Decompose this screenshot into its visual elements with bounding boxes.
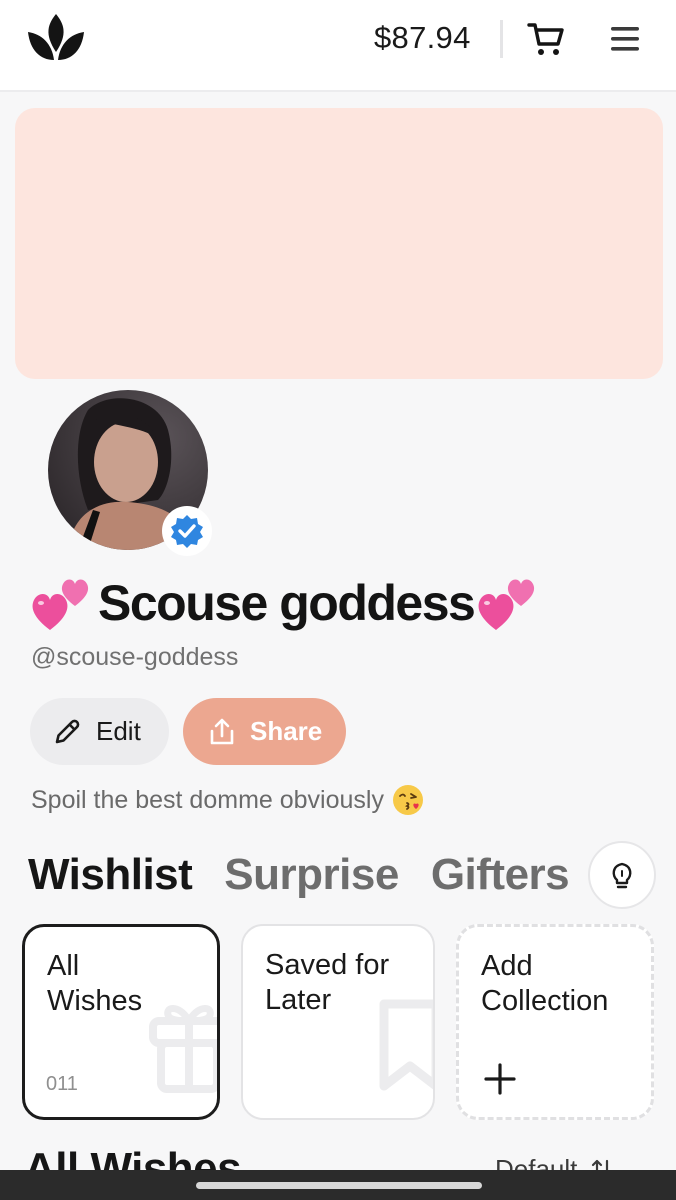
profile-display-name: Scouse goddess (98, 575, 476, 631)
tips-button[interactable] (588, 841, 656, 909)
tab-gifters[interactable]: Gifters (431, 850, 570, 900)
two-hearts-emoji (478, 579, 535, 630)
collection-title-line: All (47, 950, 80, 982)
collection-card-saved-for-later[interactable]: Saved for Later (241, 924, 435, 1120)
header-divider (500, 20, 503, 58)
collection-title-line: Wishes (47, 985, 143, 1017)
kissing-face-emoji (392, 785, 423, 815)
bio-text: Spoil the best domme obviously (31, 785, 384, 814)
collection-title-line: Later (265, 984, 332, 1016)
wallet-balance[interactable]: $87.94 (374, 20, 471, 56)
gift-icon (149, 1005, 217, 1093)
collection-title-line: Collection (481, 985, 609, 1017)
collection-item-count: 011 (46, 1073, 78, 1095)
tab-wishlist[interactable]: Wishlist (28, 850, 193, 900)
collection-title: Saved for Later (265, 948, 389, 1018)
edit-button-label: Edit (96, 716, 141, 746)
collection-title: All Wishes (47, 949, 142, 1019)
share-button-label: Share (250, 716, 323, 746)
lightbulb-icon (612, 862, 632, 889)
verified-badge (162, 506, 212, 556)
profile-tabs: Wishlist Surprise Gifters (28, 850, 570, 900)
add-collection-card[interactable]: Add Collection (456, 924, 654, 1120)
profile-name-row: Scouse goddess (30, 568, 542, 638)
profile-cover-banner (15, 108, 663, 379)
share-profile-button[interactable]: Share (183, 698, 346, 765)
edit-profile-button[interactable]: Edit (30, 698, 169, 765)
system-home-bar (0, 1170, 676, 1200)
verified-check-icon (171, 515, 203, 548)
pencil-icon (55, 719, 80, 743)
profile-handle: @scouse-goddess (31, 643, 239, 671)
profile-bio: Spoil the best domme obviously (31, 784, 424, 816)
home-indicator[interactable] (196, 1182, 482, 1189)
cart-icon[interactable] (527, 20, 565, 58)
two-hearts-emoji (32, 579, 89, 630)
collection-title-line: Add (481, 950, 533, 982)
bookmark-icon (379, 999, 433, 1091)
crown-lotus-logo[interactable] (24, 12, 88, 64)
share-upload-icon (210, 718, 234, 744)
tab-surprise[interactable]: Surprise (224, 850, 399, 900)
collection-card-all-wishes[interactable]: All Wishes 011 (22, 924, 220, 1120)
plus-icon (484, 1063, 516, 1095)
collection-title: Add Collection (481, 949, 608, 1019)
collection-title-line: Saved for (265, 949, 390, 981)
top-bar: $87.94 (0, 0, 676, 92)
hamburger-menu-icon[interactable] (608, 22, 642, 56)
